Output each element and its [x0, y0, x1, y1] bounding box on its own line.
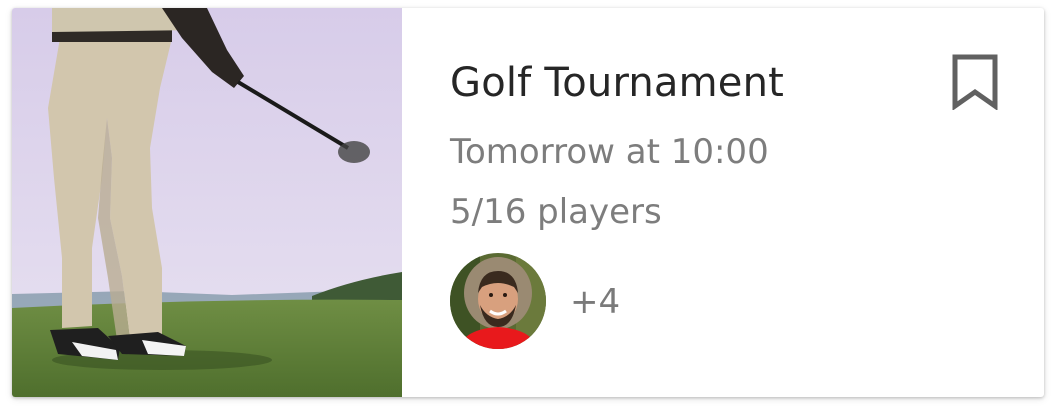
- event-card[interactable]: Golf Tournament Tomorrow at 10:00 5/16 p…: [12, 8, 1044, 397]
- event-details: Golf Tournament Tomorrow at 10:00 5/16 p…: [402, 8, 1044, 397]
- event-photo: [12, 8, 402, 397]
- bookmark-icon[interactable]: [950, 54, 1000, 111]
- player-count: 5/16 players: [450, 192, 662, 232]
- event-title: Golf Tournament: [450, 60, 785, 106]
- avatar[interactable]: [450, 253, 546, 349]
- extra-players-count[interactable]: +4: [570, 282, 620, 322]
- event-time: Tomorrow at 10:00: [450, 132, 769, 172]
